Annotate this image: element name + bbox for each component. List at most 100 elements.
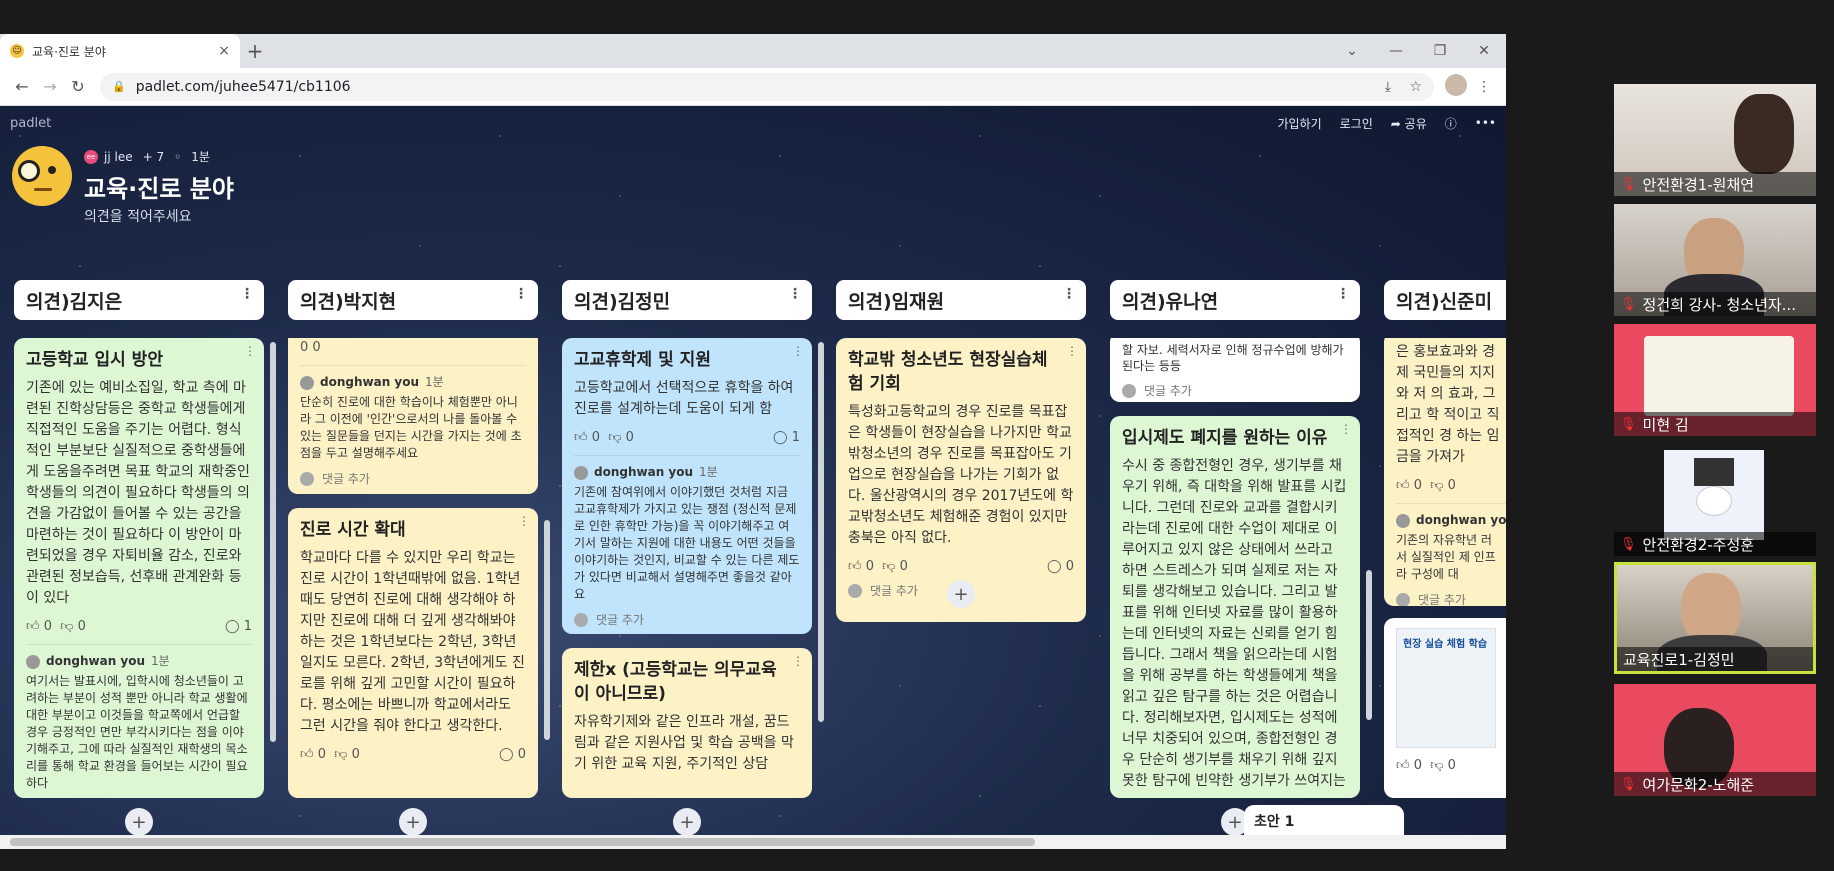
add-post-button[interactable]: + xyxy=(125,808,153,836)
column-scrollbar[interactable] xyxy=(270,342,276,742)
column-title: 의견)김지은 xyxy=(26,290,123,313)
more-options-icon[interactable]: ••• xyxy=(1475,116,1496,130)
add-comment-button[interactable]: 댓글 추가 xyxy=(574,611,800,628)
draft-tab[interactable]: 초안 1 xyxy=(1244,805,1404,835)
login-link[interactable]: 로그인 xyxy=(1340,115,1373,132)
dislike-icon[interactable]: 👎︎ xyxy=(1430,478,1443,493)
comment: donghwan you 1분 단순히 진로에 대한 학습이나 체험뿐만 아니라 … xyxy=(300,365,526,462)
dislike-icon[interactable]: 👎︎ xyxy=(882,559,895,574)
column-scrollbar[interactable] xyxy=(1366,570,1372,720)
participant-tile-active-speaker[interactable]: 교육진로1-김정민 xyxy=(1614,562,1816,674)
post-card[interactable]: ⋮ 제한x (고등학교는 의무교육이 아니므로) 자유학기제와 같은 인프라 개… xyxy=(562,648,812,798)
minimize-button[interactable]: — xyxy=(1374,43,1418,59)
add-comment-label: 댓글 추가 xyxy=(870,584,918,598)
column-more-icon[interactable]: ⋮ xyxy=(1062,286,1076,302)
maximize-button[interactable]: ❐ xyxy=(1418,43,1462,59)
column-header[interactable]: 의견)김정민 ⋮ xyxy=(562,280,812,320)
column-header[interactable]: 의견)유나연 ⋮ xyxy=(1110,280,1360,320)
padlet-logo[interactable]: padlet xyxy=(10,116,1259,131)
comment-count: 1 xyxy=(791,430,800,445)
post-card[interactable]: 할 자보. 세력서자로 인해 정규수업에 방해가 된다는 등등 댓글 추가 xyxy=(1110,338,1360,402)
participant-tile[interactable]: 🎙︎ 여가문화2-노해준 xyxy=(1614,684,1816,796)
like-icon[interactable]: 👍︎ xyxy=(848,559,862,574)
add-post-button[interactable]: + xyxy=(399,808,427,836)
like-icon[interactable]: 👍︎ xyxy=(1396,758,1410,773)
dislike-icon[interactable]: 👎︎ xyxy=(60,619,73,634)
column-scrollbar[interactable] xyxy=(544,520,550,740)
post-more-icon[interactable]: ⋮ xyxy=(518,514,530,528)
install-icon[interactable]: ⤓ xyxy=(1385,79,1391,95)
column-header[interactable]: 의견)김지은 ⋮ xyxy=(14,280,264,320)
column-more-icon[interactable]: ⋮ xyxy=(1336,286,1350,302)
comment-icon[interactable]: ◯ 1 xyxy=(773,430,800,445)
participant-tile[interactable]: 🎙︎ 미현 김 xyxy=(1614,324,1816,436)
add-post-button[interactable]: + xyxy=(947,580,975,608)
bookmark-star-icon[interactable]: ☆ xyxy=(1409,79,1422,95)
reload-icon[interactable]: ↻ xyxy=(64,77,92,96)
dislike-count: 0 xyxy=(625,430,634,445)
post-more-icon[interactable]: ⋮ xyxy=(792,654,804,668)
dislike-icon[interactable]: 👎︎ xyxy=(608,430,621,445)
comment-time: 1분 xyxy=(151,654,170,668)
close-window-button[interactable]: ✕ xyxy=(1462,43,1506,59)
post-card[interactable]: ⋮ 고등학교 입시 방안 기존에 있는 예비소집일, 학교 측에 마련된 진학상… xyxy=(14,338,264,798)
post-card[interactable]: 현장 실습 체험 학습 👍︎ 0 👎︎ 0 xyxy=(1384,618,1506,798)
add-comment-button[interactable]: 댓글 추가 xyxy=(300,470,526,487)
post-more-icon[interactable]: ⋮ xyxy=(792,344,804,358)
add-comment-button[interactable]: 댓글 추가 xyxy=(1122,382,1348,399)
commenter-avatar xyxy=(1396,513,1410,528)
scrollbar-thumb[interactable] xyxy=(10,838,1035,846)
like-icon[interactable]: 👍︎ xyxy=(26,619,40,634)
post-card[interactable]: 은 홍보효과와 경제 국민들의 지지와 저 의 효과, 그리고 학 적이고 직접… xyxy=(1384,338,1506,606)
column-more-icon[interactable]: ⋮ xyxy=(788,286,802,302)
new-tab-button[interactable]: + xyxy=(240,34,270,68)
column-header[interactable]: 의견)신준미 xyxy=(1384,280,1506,320)
post-more-icon[interactable]: ⋮ xyxy=(1340,422,1352,436)
comment-icon[interactable]: ◯ 1 xyxy=(225,619,252,634)
browser-tab[interactable]: ☺ 교육·진로 분야 × xyxy=(0,34,240,68)
comment-icon[interactable]: ◯ 0 xyxy=(499,747,526,762)
post-attachment-image[interactable]: 현장 실습 체험 학습 xyxy=(1396,628,1496,748)
lock-icon[interactable]: 🔒 xyxy=(112,80,126,93)
post-body: 수시 중 종합전형인 경우, 생기부를 채우기 위해, 즉 대학을 위해 발표를… xyxy=(1122,458,1347,789)
tab-close-icon[interactable]: × xyxy=(218,43,230,59)
add-comment-button[interactable]: 댓글 추가 xyxy=(1396,591,1506,606)
column-header[interactable]: 의견)임재원 ⋮ xyxy=(836,280,1086,320)
share-button[interactable]: ➦ 공유 xyxy=(1391,115,1427,132)
browser-menu-icon[interactable]: ⋮ xyxy=(1470,79,1498,95)
tab-search-icon[interactable]: ⌄ xyxy=(1330,43,1374,59)
dislike-icon[interactable]: 👎︎ xyxy=(1430,758,1443,773)
author-name[interactable]: jj lee xyxy=(104,150,133,164)
url-text[interactable]: padlet.com/juhee5471/cb1106 xyxy=(136,79,1371,95)
like-icon[interactable]: 👍︎ xyxy=(1396,478,1410,493)
signup-link[interactable]: 가입하기 xyxy=(1277,115,1321,132)
participant-tile[interactable]: 🎙︎ 정건희 강사- 청소년자... xyxy=(1614,204,1816,316)
like-icon[interactable]: 👍︎ xyxy=(300,747,314,762)
help-icon[interactable]: ⓘ xyxy=(1445,115,1457,132)
like-icon[interactable]: 👍︎ xyxy=(574,430,588,445)
column-more-icon[interactable]: ⋮ xyxy=(240,286,254,302)
forward-icon[interactable]: → xyxy=(36,77,64,96)
reaction-bar: 👍︎ 0 👎︎ 0 ◯ 1 xyxy=(574,430,800,445)
post-card[interactable]: ⋮ 입시제도 폐지를 원하는 이유 수시 중 종합전형인 경우, 생기부를 채우… xyxy=(1110,416,1360,798)
url-input[interactable]: 🔒 padlet.com/juhee5471/cb1106 ⤓ ☆ xyxy=(100,72,1434,101)
profile-avatar-icon[interactable] xyxy=(1442,73,1470,100)
column-header[interactable]: 의견)박지현 ⋮ xyxy=(288,280,538,320)
comment-icon[interactable]: ◯ 0 xyxy=(1047,559,1074,574)
column-scrollbar[interactable] xyxy=(818,342,824,722)
horizontal-scrollbar[interactable] xyxy=(0,835,1506,849)
post-card[interactable]: ⋮ 진로 시간 확대 학교마다 다를 수 있지만 우리 학교는 진로 시간이 1… xyxy=(288,508,538,798)
participant-tile[interactable]: 🎙︎ 안전환경1-원채연 xyxy=(1614,84,1816,196)
comment: donghwan you 기존의 자유학년 러서 실질적인 제 인프라 구성에 … xyxy=(1396,503,1506,583)
dislike-icon[interactable]: 👎︎ xyxy=(334,747,347,762)
participant-tile[interactable]: 🎙︎ 안전환경2-주성훈 xyxy=(1614,444,1816,556)
column-1: 의견)김지은 ⋮ ⋮ 고등학교 입시 방안 기존에 있는 예비소집일, 학교 측… xyxy=(14,280,276,836)
post-card[interactable]: ⋮ 고교휴학제 및 지원 고등학교에서 선택적으로 휴학을 하여 진로를 설계하… xyxy=(562,338,812,634)
back-icon[interactable]: ← xyxy=(8,77,36,96)
like-count: 0 xyxy=(865,559,875,574)
post-card[interactable]: 0 0 donghwan you 1분 단순히 진로에 대한 학습이나 체험뿐만 … xyxy=(288,338,538,494)
post-more-icon[interactable]: ⋮ xyxy=(244,344,256,358)
add-post-button[interactable]: + xyxy=(673,808,701,836)
post-more-icon[interactable]: ⋮ xyxy=(1066,344,1078,358)
column-more-icon[interactable]: ⋮ xyxy=(514,286,528,302)
